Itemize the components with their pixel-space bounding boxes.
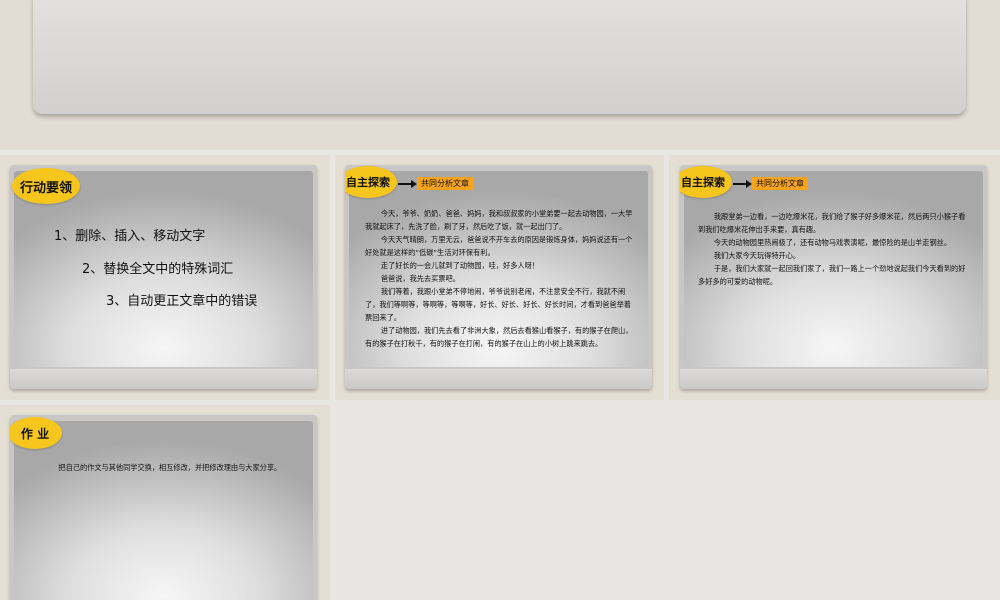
slide-title: 作 业 (10, 417, 62, 449)
action-item-1: 1、删除、插入、移动文字 (54, 229, 206, 244)
paragraph: 走了好长的一会儿就到了动物园，哇，好多人呀！ (380, 261, 539, 270)
slide-footer (345, 369, 652, 389)
paragraph: 我们等着，我跟小堂弟不停地闹，爷爷说别老闹，不注意安全不行，我就不闹了，我们等啊… (365, 287, 631, 322)
arrow-icon (398, 180, 417, 188)
paragraph: 今天天气晴朗，万里无云，爸爸说不开车去的原因是锻炼身体，妈妈说还有一个好处就是这… (365, 235, 633, 257)
slide-homework[interactable]: 作 业 把自己的作文与其他同学交换，相互修改，并把修改理由与大家分享。 (10, 415, 317, 600)
paragraph: 把自己的作文与其他同学交换，相互修改，并把修改理由与大家分享。 (58, 463, 282, 472)
slide-paragraphs: 我跟堂弟一边看，一边吃爆米花，我们给了猴子好多爆米花，然后两只小猴子看到我们吃爆… (698, 210, 972, 288)
slide-thumbnail-top[interactable] (33, 0, 966, 114)
slide-explore-1[interactable]: 自主探索 共同分析文章 今天，爷爷、奶奶、爸爸、妈妈，我和叔叔家的小堂弟要一起去… (345, 165, 652, 389)
paragraph: 于是，我们大家就一起回我们家了，我们一路上一个劲地说起我们今天看到的好多好多的可… (698, 264, 966, 286)
paragraph: 爸爸说，我先去买票吧。 (380, 274, 460, 283)
paragraph: 进了动物园，我们先去看了非洲大象，然后去看猴山看猴子，有的猴子在爬山，有的猴子在… (365, 326, 633, 348)
paragraph: 我跟堂弟一边看，一边吃爆米花，我们给了猴子好多爆米花，然后两只小猴子看到我们吃爆… (698, 212, 966, 234)
paragraph: 我们大家今天玩得特开心。 (713, 251, 801, 260)
slide-footer (680, 369, 987, 389)
slide-title: 行动要领 (12, 168, 80, 204)
action-item-3: 3、自动更正文章中的错误 (106, 294, 258, 309)
slide-body (14, 421, 313, 600)
action-item-2: 2、替换全文中的特殊词汇 (82, 262, 234, 277)
slide-tag: 共同分析文章 (752, 177, 808, 190)
homework-text: 把自己的作文与其他同学交换，相互修改，并把修改理由与大家分享。 (26, 461, 308, 474)
arrow-icon (733, 180, 752, 188)
paragraph: 今天的动物园里热闹极了，还有动物马戏表演呢，最惊险的是山羊走钢丝。 (713, 238, 952, 247)
slide-action-points[interactable]: 行动要领 1、删除、插入、移动文字 2、替换全文中的特殊词汇 3、自动更正文章中… (10, 165, 317, 389)
slide-paragraphs: 今天，爷爷、奶奶、爸爸、妈妈，我和叔叔家的小堂弟要一起去动物园，一大早我就起床了… (365, 207, 635, 350)
paragraph: 今天，爷爷、奶奶、爸爸、妈妈，我和叔叔家的小堂弟要一起去动物园，一大早我就起床了… (365, 209, 633, 231)
slide-tag: 共同分析文章 (417, 177, 473, 190)
slide-footer (10, 369, 317, 389)
slide-explore-2[interactable]: 自主探索 共同分析文章 我跟堂弟一边看，一边吃爆米花，我们给了猴子好多爆米花，然… (680, 165, 987, 389)
